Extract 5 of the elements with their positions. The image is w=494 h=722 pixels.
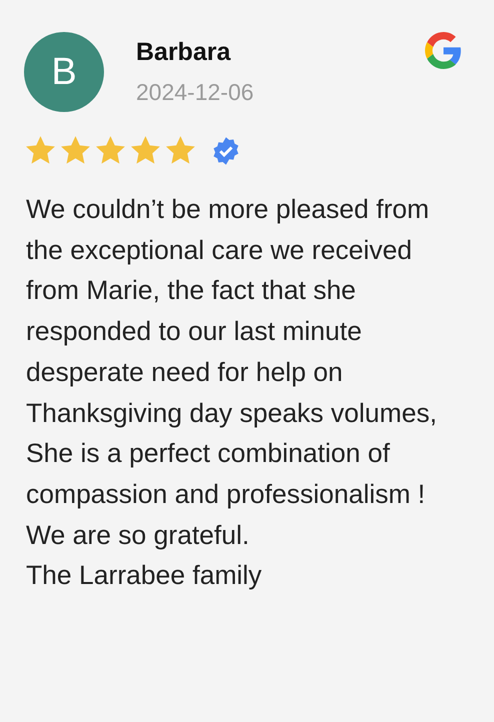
- reviewer-name: Barbara: [136, 38, 232, 67]
- google-icon: [425, 32, 462, 69]
- avatar: B: [24, 32, 104, 112]
- review-date: 2024-12-06: [136, 79, 255, 106]
- review-text: We couldn’t be more pleased from the exceptional care we received from Marie, the fact that she responded to our last minute desperate need for help on Thanksgiving day speaks volumes, She is a perfect combination of compassion and professionalism ! We are so grateful. The Larrabee family: [26, 193, 438, 592]
